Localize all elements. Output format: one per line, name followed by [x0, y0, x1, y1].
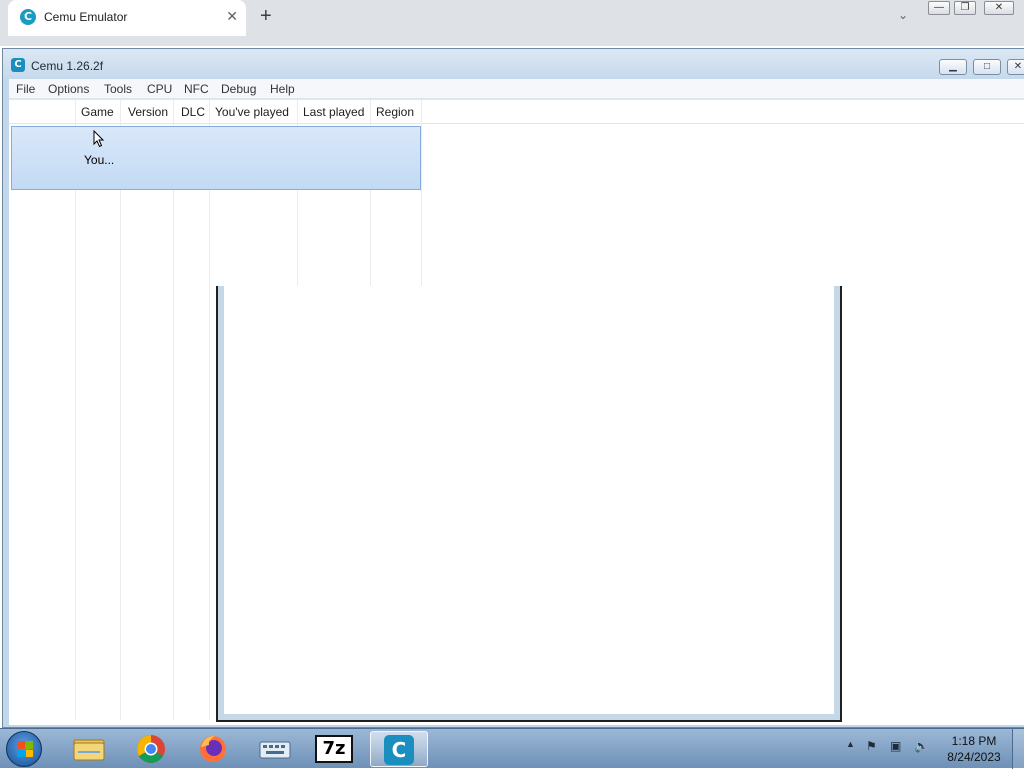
browser-tab[interactable]: C Cemu Emulator ✕	[8, 0, 246, 36]
table-row[interactable]: You...	[11, 126, 421, 190]
column-divider	[75, 100, 76, 720]
browser-frame: C Cemu Emulator ✕ + ⌄ — ❐ ✕	[0, 0, 1024, 46]
minimize-button[interactable]: ▁	[939, 59, 967, 75]
column-divider	[209, 100, 210, 720]
firefox-icon	[200, 736, 226, 762]
close-button[interactable]: ✕	[1007, 59, 1024, 75]
column-last-played[interactable]: Last played	[303, 105, 364, 119]
menu-debug[interactable]: Debug	[221, 82, 256, 96]
menu-options[interactable]: Options	[48, 82, 89, 96]
game-title-cell: You...	[84, 153, 115, 167]
maximize-button[interactable]: □	[973, 59, 1001, 75]
title-bar[interactable]: C Cemu 1.26.2f ▁ □ ✕	[3, 49, 1024, 79]
action-center-flag-icon[interactable]: ⚑	[866, 739, 877, 753]
start-button[interactable]	[6, 731, 42, 767]
windows-logo-icon	[17, 741, 33, 757]
volume-icon[interactable]: 🔈	[914, 739, 929, 753]
menu-bar: File Options Tools CPU NFC Debug Help	[9, 79, 1024, 99]
7zip-icon: 7z	[315, 735, 353, 763]
folder-icon	[73, 739, 105, 761]
menu-file[interactable]: File	[16, 82, 35, 96]
panel-border	[218, 286, 840, 720]
menu-nfc[interactable]: NFC	[184, 82, 209, 96]
column-game[interactable]: Game	[81, 105, 114, 119]
taskbar-7zip[interactable]: 7z	[306, 731, 364, 767]
show-desktop-button[interactable]	[1012, 729, 1024, 769]
chrome-icon	[137, 735, 165, 763]
menu-cpu[interactable]: CPU	[147, 82, 172, 96]
column-version[interactable]: Version	[128, 105, 168, 119]
cemu-favicon-icon: C	[20, 9, 36, 25]
cemu-app-icon: C	[11, 58, 25, 72]
column-dlc[interactable]: DLC	[181, 105, 205, 119]
taskbar-file-explorer[interactable]	[60, 731, 118, 767]
cemu-window: C Cemu 1.26.2f ▁ □ ✕ File Options Tools …	[2, 48, 1024, 728]
clock-date: 8/24/2023	[947, 750, 1001, 764]
browser-tab-title: Cemu Emulator	[44, 10, 128, 24]
window-title: Cemu 1.26.2f	[31, 59, 104, 73]
game-list-header: Game Version DLC You've played Last play…	[9, 100, 1024, 124]
browser-minimize-button[interactable]: —	[928, 1, 950, 15]
tab-search-chevron-icon[interactable]: ⌄	[898, 8, 908, 22]
browser-restore-button[interactable]: ❐	[954, 1, 976, 15]
column-youve-played[interactable]: You've played	[215, 105, 289, 119]
taskbar-keyboard[interactable]	[246, 731, 304, 767]
column-divider	[173, 100, 174, 720]
new-tab-icon[interactable]: +	[260, 5, 272, 28]
system-clock[interactable]: 1:18 PM 8/24/2023	[944, 733, 1004, 765]
taskbar-cemu[interactable]: C	[370, 731, 428, 767]
browser-close-button[interactable]: ✕	[984, 1, 1014, 15]
game-list: Game Version DLC You've played Last play…	[9, 99, 1024, 725]
taskbar-chrome[interactable]	[122, 731, 180, 767]
column-region[interactable]: Region	[376, 105, 414, 119]
blank-dialog-panel	[216, 286, 842, 722]
menu-tools[interactable]: Tools	[104, 82, 132, 96]
clock-time: 1:18 PM	[951, 734, 997, 748]
show-hidden-icons-icon[interactable]: ▲	[846, 739, 855, 749]
mouse-cursor-icon	[93, 130, 105, 148]
close-tab-icon[interactable]: ✕	[226, 8, 238, 25]
menu-help[interactable]: Help	[270, 82, 295, 96]
cemu-taskbar-icon: C	[384, 735, 414, 765]
taskbar-firefox[interactable]	[184, 731, 242, 767]
column-divider	[120, 100, 121, 720]
network-icon[interactable]: ▣	[890, 739, 901, 753]
taskbar: 7z C ▲ ⚑ ▣ 🔈 1:18 PM 8/24/2023	[0, 728, 1024, 769]
keyboard-icon	[259, 741, 291, 759]
